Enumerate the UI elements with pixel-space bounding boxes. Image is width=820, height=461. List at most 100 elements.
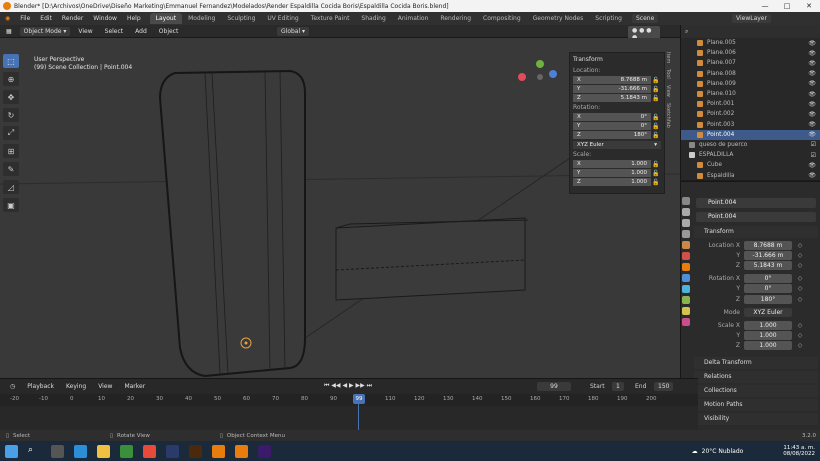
- minimize-button[interactable]: —: [754, 0, 776, 12]
- tab-item[interactable]: Item: [665, 52, 671, 63]
- outliner-item[interactable]: Plane.005 👁: [681, 38, 820, 48]
- prop-rotation-z[interactable]: 180°: [744, 294, 792, 304]
- lock-icon[interactable]: 🔓: [651, 179, 661, 186]
- rotate-icon[interactable]: ↻: [3, 108, 19, 122]
- tool-tab-icon[interactable]: [682, 197, 690, 205]
- outliner-item[interactable]: Plane.007 👁: [681, 58, 820, 68]
- prop-scale-z[interactable]: 1.000: [744, 341, 792, 351]
- menu-timeline-view[interactable]: View: [94, 382, 116, 391]
- eye-icon[interactable]: 👁: [808, 80, 816, 87]
- task-view-icon[interactable]: [51, 444, 64, 458]
- maximize-button[interactable]: □: [776, 0, 798, 12]
- blender-icon-2[interactable]: [235, 444, 248, 458]
- tab-layout[interactable]: Layout: [149, 13, 183, 24]
- editor-type-icon[interactable]: ▦: [2, 27, 16, 36]
- eye-icon[interactable]: 👁: [808, 101, 816, 108]
- tab-scripting[interactable]: Scripting: [589, 13, 628, 24]
- modifier-tab-icon[interactable]: [682, 274, 690, 282]
- move-icon[interactable]: ✥: [3, 90, 19, 104]
- search-icon[interactable]: ⌕: [28, 445, 41, 458]
- start-frame-field[interactable]: 1: [612, 381, 624, 391]
- timeline-editor-icon[interactable]: ◷: [6, 382, 19, 391]
- orientation-selector[interactable]: Global ▾: [277, 26, 310, 36]
- keyframe-icon[interactable]: ◇: [795, 262, 805, 269]
- physics-tab-icon[interactable]: [682, 285, 690, 293]
- menu-edit[interactable]: Edit: [35, 15, 57, 22]
- menu-select[interactable]: Select: [101, 27, 128, 36]
- tab-sketchfab[interactable]: Sketchfab: [665, 103, 671, 128]
- store-icon[interactable]: [120, 444, 133, 458]
- delta-transform-section[interactable]: Delta Transform: [694, 356, 818, 369]
- chrome-icon[interactable]: [143, 444, 156, 458]
- menu-help[interactable]: Help: [122, 15, 146, 22]
- keyframe-icon[interactable]: ◇: [795, 275, 805, 282]
- tab-sculpting[interactable]: Sculpting: [221, 13, 261, 24]
- object-name-field[interactable]: Point.004: [696, 198, 816, 208]
- menu-add[interactable]: Add: [131, 27, 151, 36]
- frame-ruler[interactable]: -20 -10 0 10 20 30 40 50 60 70 80 90 110…: [0, 394, 698, 406]
- keyframe-icon[interactable]: ◇: [795, 242, 805, 249]
- scale-x-field[interactable]: X 1.000: [573, 160, 651, 168]
- tab-tool[interactable]: Tool: [665, 69, 671, 79]
- lock-icon[interactable]: 🔓: [651, 77, 661, 84]
- output-tab-icon[interactable]: [682, 219, 690, 227]
- outliner-item[interactable]: Point.003 👁: [681, 120, 820, 130]
- rotation-z-field[interactable]: Z 180°: [573, 131, 651, 139]
- prop-scale-x[interactable]: 1.000: [744, 320, 792, 330]
- render-tab-icon[interactable]: [682, 208, 690, 216]
- lock-icon[interactable]: 🔓: [651, 86, 661, 93]
- collections-section[interactable]: Collections: [694, 384, 818, 397]
- lock-icon[interactable]: 🔓: [651, 161, 661, 168]
- tab-texture-paint[interactable]: Texture Paint: [305, 13, 356, 24]
- transform-icon[interactable]: ⊞: [3, 144, 19, 158]
- prop-scale-y[interactable]: 1.000: [744, 330, 792, 340]
- prop-location-z[interactable]: 5.1843 m: [744, 261, 792, 271]
- relations-section[interactable]: Relations: [694, 370, 818, 383]
- scale-z-field[interactable]: Z 1.000: [573, 178, 651, 186]
- visibility-section[interactable]: Visibility: [694, 412, 818, 425]
- rotation-mode-select[interactable]: XYZ Euler ▾: [573, 141, 661, 149]
- eye-icon[interactable]: 👁: [808, 40, 816, 47]
- add-cube-icon[interactable]: ▣: [3, 198, 19, 212]
- location-y-field[interactable]: Y -31.666 m: [573, 85, 651, 93]
- lock-icon[interactable]: 🔓: [651, 132, 661, 139]
- outliner-item[interactable]: Point.001 👁: [681, 99, 820, 109]
- location-x-field[interactable]: X 8.7688 m: [573, 76, 651, 84]
- menu-file[interactable]: File: [15, 15, 35, 22]
- close-button[interactable]: ✕: [798, 0, 820, 12]
- prop-rotation-y[interactable]: 0°: [744, 284, 792, 294]
- edge-icon[interactable]: [74, 444, 87, 458]
- outliner-search-icon[interactable]: ⌕: [685, 28, 688, 36]
- keyframe-icon[interactable]: ◇: [795, 252, 805, 259]
- menu-render[interactable]: Render: [57, 15, 88, 22]
- eye-icon[interactable]: 👁: [808, 131, 816, 138]
- motion-paths-section[interactable]: Motion Paths: [694, 398, 818, 411]
- outliner-item-selected[interactable]: Point.004 👁: [681, 129, 820, 140]
- end-frame-field[interactable]: 150: [654, 381, 674, 391]
- windows-start-icon[interactable]: [5, 444, 18, 458]
- tab-compositing[interactable]: Compositing: [477, 13, 527, 24]
- transform-section[interactable]: Transform: [694, 226, 818, 238]
- object-data-field[interactable]: Point.004: [696, 212, 816, 222]
- prop-rotation-x[interactable]: 0°: [744, 274, 792, 284]
- keyframe-icon[interactable]: ◇: [795, 296, 805, 303]
- eye-icon[interactable]: 👁: [808, 50, 816, 57]
- keyframe-icon[interactable]: ◇: [795, 285, 805, 292]
- playhead[interactable]: 99: [353, 394, 365, 404]
- scale-icon[interactable]: ⤢: [3, 126, 19, 140]
- blender-menu-icon[interactable]: ◉: [0, 15, 15, 22]
- object-tab-icon[interactable]: [682, 263, 690, 271]
- prop-location-y[interactable]: -31.666 m: [744, 250, 792, 260]
- cursor-icon[interactable]: ⊕: [3, 72, 19, 86]
- mode-selector[interactable]: Object Mode ▾: [19, 26, 71, 36]
- texture-tab-icon[interactable]: [682, 318, 690, 326]
- outliner-item[interactable]: Espaldilla 👁: [681, 170, 820, 180]
- lock-icon[interactable]: 🔓: [651, 170, 661, 177]
- blender-icon[interactable]: [212, 444, 225, 458]
- photoshop-icon[interactable]: [166, 444, 179, 458]
- keyframe-icon[interactable]: ◇: [795, 332, 805, 339]
- outliner-collection[interactable]: queso de puerco ☑: [681, 140, 820, 150]
- prop-rotation-mode[interactable]: XYZ Euler: [744, 307, 792, 317]
- menu-object[interactable]: Object: [155, 27, 183, 36]
- world-tab-icon[interactable]: [682, 252, 690, 260]
